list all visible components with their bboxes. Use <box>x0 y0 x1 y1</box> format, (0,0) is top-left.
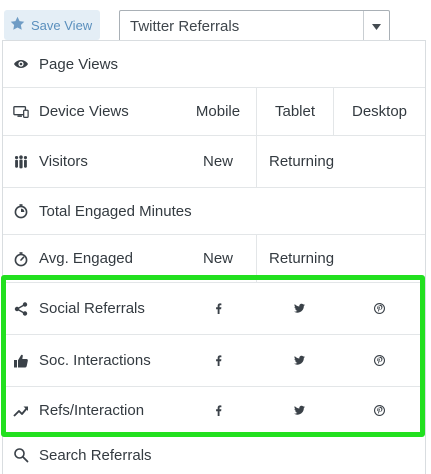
trend-up-icon <box>3 403 39 419</box>
metric-label: Avg. Engaged <box>39 250 133 267</box>
avg-engaged-col-new[interactable]: New <box>180 235 256 282</box>
view-select-value: Twitter Referrals <box>130 18 240 35</box>
avg-engaged-col-returning[interactable]: Returning <box>256 235 348 282</box>
device-col-desktop[interactable]: Desktop <box>333 88 425 135</box>
devices-icon <box>3 104 39 120</box>
pinterest-icon[interactable] <box>333 387 425 434</box>
device-col-mobile[interactable]: Mobile <box>180 88 256 135</box>
twitter-icon[interactable] <box>256 335 342 386</box>
caret-down-icon[interactable] <box>363 11 389 42</box>
metric-row-device-views[interactable]: Device Views Mobile Tablet Desktop <box>3 88 425 136</box>
metric-row-search-referrals[interactable]: Search Referrals <box>3 435 425 474</box>
metric-row-total-engaged-minutes[interactable]: Total Engaged Minutes <box>3 188 425 235</box>
metric-row-refs-interaction[interactable]: Refs/Interaction <box>3 387 425 435</box>
metric-row-visitors[interactable]: Visitors New Returning <box>3 136 425 188</box>
visitors-col-new[interactable]: New <box>180 136 256 187</box>
metrics-panel: Page Views Device Views Mobile Tablet De… <box>2 40 426 474</box>
metric-row-page-views[interactable]: Page Views <box>3 41 425 88</box>
twitter-icon[interactable] <box>256 387 342 434</box>
save-view-label: Save View <box>31 17 93 33</box>
timer-icon <box>3 251 39 267</box>
star-icon <box>10 16 25 34</box>
metric-label: Visitors <box>39 153 88 170</box>
share-icon <box>3 301 39 317</box>
save-view-button[interactable]: Save View <box>4 10 100 40</box>
facebook-icon[interactable] <box>180 335 256 386</box>
metric-label: Soc. Interactions <box>39 352 151 369</box>
search-icon <box>3 447 39 463</box>
view-select[interactable]: Twitter Referrals <box>119 10 390 43</box>
thumbs-up-icon <box>3 353 39 369</box>
facebook-icon[interactable] <box>180 387 256 434</box>
metric-row-avg-engaged[interactable]: Avg. Engaged New Returning <box>3 235 425 283</box>
metric-label: Refs/Interaction <box>39 402 145 419</box>
people-icon <box>3 154 39 170</box>
twitter-icon[interactable] <box>256 283 342 334</box>
visitors-col-returning[interactable]: Returning <box>256 136 348 187</box>
metric-label: Total Engaged Minutes <box>39 202 192 220</box>
eye-icon <box>3 56 39 72</box>
metric-row-social-referrals[interactable]: Social Referrals <box>3 283 425 335</box>
metric-row-soc-interactions[interactable]: Soc. Interactions <box>3 335 425 387</box>
pinterest-icon[interactable] <box>333 335 425 386</box>
stopwatch-icon <box>3 203 39 219</box>
metric-label: Device Views <box>39 103 129 120</box>
metric-label: Social Referrals <box>39 300 145 317</box>
facebook-icon[interactable] <box>180 283 256 334</box>
device-col-tablet[interactable]: Tablet <box>256 88 333 135</box>
metric-label: Search Referrals <box>39 446 152 464</box>
pinterest-icon[interactable] <box>333 283 425 334</box>
metric-label: Page Views <box>39 55 118 73</box>
